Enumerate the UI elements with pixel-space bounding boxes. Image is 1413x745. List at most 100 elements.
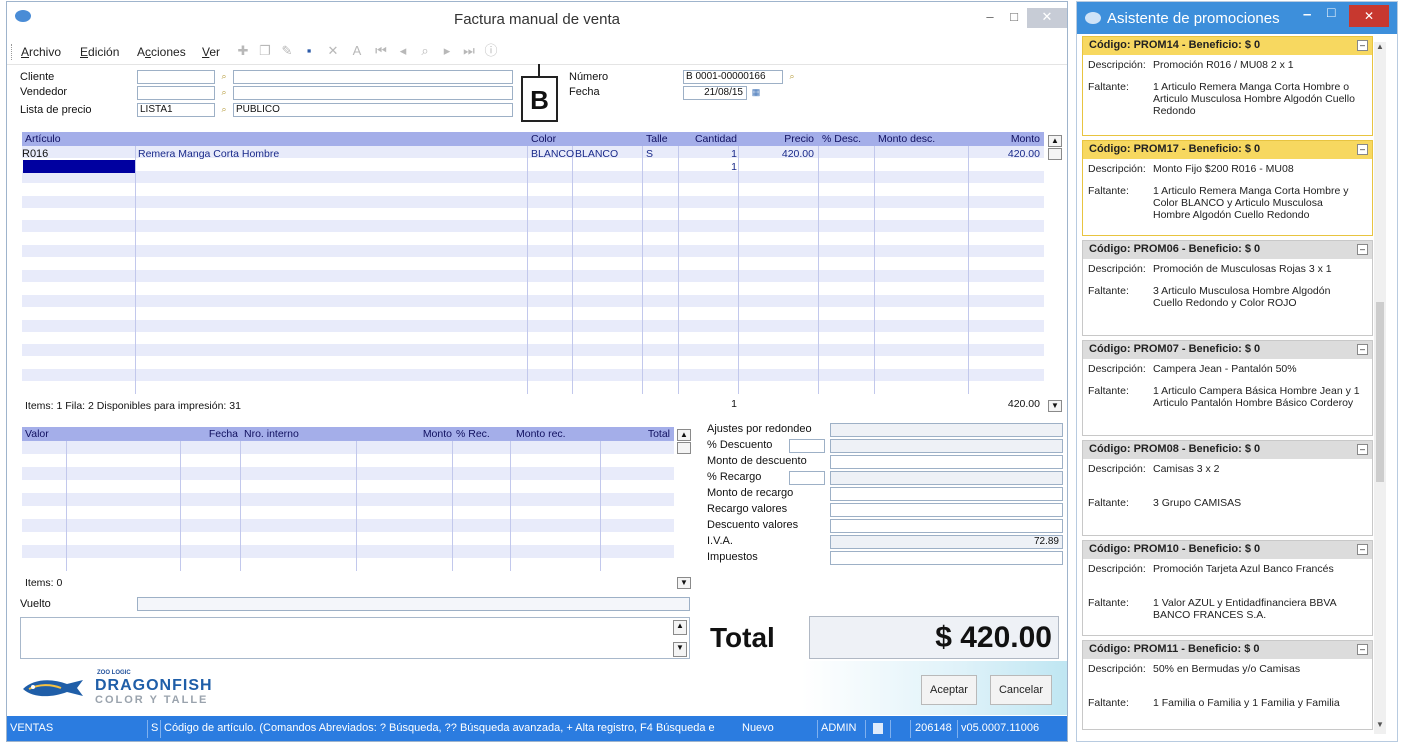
menu-archivo[interactable]: Archivo [21, 45, 61, 59]
rec-valores-field[interactable] [830, 503, 1063, 517]
calendar-icon[interactable]: ▦ [748, 86, 764, 100]
valores-grid-row [22, 558, 674, 571]
col-valor[interactable]: Valor [25, 428, 49, 440]
cliente-name-input[interactable] [233, 70, 513, 84]
row-1-talle[interactable]: S [646, 148, 653, 160]
pct-desc-field [830, 439, 1063, 453]
promotions-scroll-down-icon[interactable]: ▼ [1376, 720, 1384, 732]
next-icon[interactable]: ▸ [440, 44, 454, 58]
row-1-descripcion[interactable]: Remera Manga Corta Hombre [138, 148, 279, 160]
monto-rec-field[interactable] [830, 487, 1063, 501]
copy-icon[interactable]: ❐ [258, 44, 272, 58]
col-total[interactable]: Total [602, 428, 670, 440]
vendedor-name-input[interactable] [233, 86, 513, 100]
close-button[interactable]: ✕ [1027, 8, 1067, 28]
aceptar-button[interactable]: Aceptar [921, 675, 977, 705]
col-articulo[interactable]: Artículo [25, 133, 61, 145]
row-1-precio[interactable]: 420.00 [742, 148, 814, 160]
col-monto[interactable]: Monto [972, 133, 1040, 145]
ajustes-field[interactable] [830, 423, 1063, 437]
items-scroll-up-icon[interactable]: ▲ [1048, 135, 1062, 147]
promo-card[interactable]: Código: PROM08 - Beneficio: $ 0– Descripc… [1082, 440, 1373, 536]
row-2-cantidad[interactable]: 1 [682, 161, 737, 173]
collapse-icon[interactable]: – [1357, 244, 1368, 255]
fecha-input[interactable]: 21/08/15 [683, 86, 747, 100]
cliente-code-input[interactable] [137, 70, 215, 84]
promotions-close-button[interactable]: ✕ [1349, 5, 1389, 27]
promotions-title-bar[interactable]: Asistente de promociones – □ ✕ [1077, 2, 1397, 34]
font-icon[interactable]: A [350, 44, 364, 58]
col-fecha[interactable]: Fecha [182, 428, 238, 440]
edit-icon[interactable]: ✎ [280, 44, 294, 58]
valores-grid-row [22, 506, 674, 519]
numero-input[interactable]: B 0001-00000166 [683, 70, 783, 84]
obs-scroll-up-icon[interactable]: ▲ [673, 620, 687, 635]
col-cantidad[interactable]: Cantidad [682, 133, 737, 145]
collapse-icon[interactable]: – [1357, 444, 1368, 455]
row-1-cantidad[interactable]: 1 [682, 148, 737, 160]
search-icon[interactable]: ⌕ [418, 44, 432, 58]
row-1-articulo[interactable]: R016 [22, 148, 134, 160]
vendedor-lookup-icon[interactable]: ⌕ [216, 86, 232, 100]
grid-column-divider [818, 146, 819, 394]
collapse-icon[interactable]: – [1357, 144, 1368, 155]
collapse-icon[interactable]: – [1357, 40, 1368, 51]
observaciones-textarea[interactable] [20, 617, 690, 659]
brand-sub: COLOR Y TALLE [95, 694, 209, 706]
obs-scroll-down-icon[interactable]: ▼ [673, 642, 687, 657]
lista-lookup-icon[interactable]: ⌕ [216, 103, 232, 117]
desc-valores-field[interactable] [830, 519, 1063, 533]
col-monto-desc[interactable]: Monto desc. [878, 133, 935, 145]
promo-card[interactable]: Código: PROM17 - Beneficio: $ 0– Descripc… [1082, 140, 1373, 236]
menu-acciones[interactable]: Acciones [137, 45, 186, 59]
save-icon[interactable]: ▪ [302, 44, 316, 58]
col-talle[interactable]: Talle [646, 133, 668, 145]
promotions-minimize-button[interactable]: – [1303, 6, 1311, 23]
impuestos-field[interactable] [830, 551, 1063, 565]
add-icon[interactable]: ✚ [236, 44, 250, 58]
vendedor-code-input[interactable] [137, 86, 215, 100]
menu-edicion[interactable]: Edición [80, 45, 119, 59]
promo-card[interactable]: Código: PROM11 - Beneficio: $ 0– Descripc… [1082, 640, 1373, 730]
col-color[interactable]: Color [531, 133, 556, 145]
minimize-button[interactable]: – [977, 8, 1003, 28]
col-monto-rec[interactable]: Monto rec. [516, 428, 566, 440]
maximize-button[interactable]: □ [1001, 8, 1027, 28]
promotions-scroll-up-icon[interactable]: ▲ [1376, 42, 1384, 54]
info-icon[interactable]: ⓘ [484, 44, 498, 58]
col-precio[interactable]: Precio [742, 133, 814, 145]
collapse-icon[interactable]: – [1357, 644, 1368, 655]
row-1-color[interactable]: BLANCO [531, 148, 574, 160]
delete-icon[interactable]: ✕ [326, 44, 340, 58]
col-pct-rec[interactable]: % Rec. [456, 428, 490, 440]
cancelar-button[interactable]: Cancelar [990, 675, 1052, 705]
col-monto-val[interactable]: Monto [362, 428, 452, 440]
menu-ver[interactable]: Ver [202, 45, 220, 59]
promo-card[interactable]: Código: PROM06 - Beneficio: $ 0– Descripc… [1082, 240, 1373, 336]
collapse-icon[interactable]: – [1357, 544, 1368, 555]
lista-code-input[interactable]: LISTA1 [137, 103, 215, 117]
valores-scroll-up-icon[interactable]: ▲ [677, 429, 691, 441]
prev-icon[interactable]: ◂ [396, 44, 410, 58]
monto-desc-field[interactable] [830, 455, 1063, 469]
col-nro-interno[interactable]: Nro. interno [244, 428, 299, 440]
first-icon[interactable]: ⏮ [374, 44, 388, 58]
valores-scroll-box[interactable] [677, 442, 691, 454]
col-desc[interactable]: % Desc. [822, 133, 861, 145]
items-scroll-down-icon[interactable]: ▼ [1048, 400, 1062, 412]
promotions-scroll-thumb[interactable] [1376, 302, 1384, 482]
numero-lookup-icon[interactable]: ⌕ [784, 70, 800, 84]
promo-card[interactable]: Código: PROM07 - Beneficio: $ 0– Descripc… [1082, 340, 1373, 436]
cliente-lookup-icon[interactable]: ⌕ [216, 70, 232, 84]
valores-scroll-down-icon[interactable]: ▼ [677, 577, 691, 589]
title-bar[interactable]: Factura manual de venta – □ ✕ [7, 2, 1067, 36]
promo-card[interactable]: Código: PROM10 - Beneficio: $ 0– Descripc… [1082, 540, 1373, 636]
promo-card[interactable]: Código: PROM14 - Beneficio: $ 0– Descripc… [1082, 36, 1373, 136]
collapse-icon[interactable]: – [1357, 344, 1368, 355]
promotions-maximize-button[interactable]: □ [1327, 4, 1335, 20]
items-scroll-box[interactable] [1048, 148, 1062, 160]
pct-rec-pct-input[interactable] [789, 471, 825, 485]
last-icon[interactable]: ⏭ [462, 44, 476, 58]
pct-desc-pct-input[interactable] [789, 439, 825, 453]
active-cell-cursor[interactable] [23, 160, 135, 173]
